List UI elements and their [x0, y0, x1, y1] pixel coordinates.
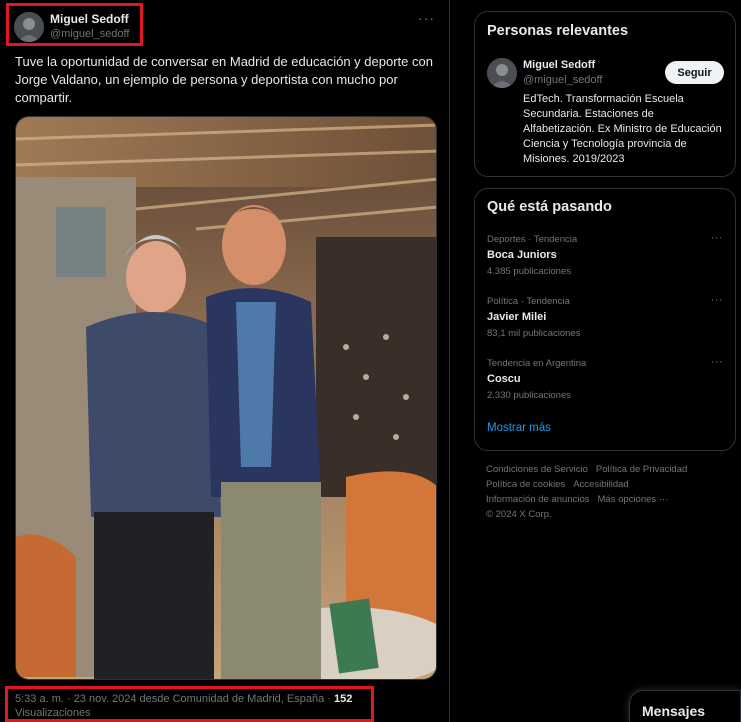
trend-name: Javier Milei — [487, 311, 547, 323]
copyright: © 2024 X Corp. — [486, 509, 552, 520]
trend-context: Política · Tendencia — [487, 296, 570, 307]
trend-item[interactable]: Política · Tendencia Javier Milei 83,1 m… — [487, 294, 724, 346]
ads-info-link[interactable]: Información de anuncios — [486, 494, 590, 505]
trend-count: 2.330 publicaciones — [487, 390, 571, 401]
more-options-icon[interactable]: ··· — [418, 10, 435, 26]
trend-count: 4.385 publicaciones — [487, 266, 571, 277]
author-highlight-box — [6, 3, 143, 46]
post-column: Miguel Sedoff @miguel_sedoff ··· Tuve la… — [0, 0, 450, 722]
trends-card: Qué está pasando Deportes · Tendencia Bo… — [474, 188, 736, 451]
trend-context: Deportes · Tendencia — [487, 234, 578, 245]
relevant-people-card: Personas relevantes Miguel Sedoff @migue… — [474, 11, 736, 177]
trend-item[interactable]: Tendencia en Argentina Coscu 2.330 publi… — [487, 356, 724, 408]
relevant-avatar[interactable] — [487, 58, 517, 88]
metadata-highlight-box — [5, 686, 374, 722]
trend-more-icon[interactable]: ··· — [711, 294, 724, 306]
messages-label: Mensajes — [642, 703, 706, 719]
relevant-name[interactable]: Miguel Sedoff — [523, 59, 595, 71]
cookies-link[interactable]: Política de cookies — [486, 479, 565, 490]
trend-context: Tendencia en Argentina — [487, 358, 587, 369]
follow-button[interactable]: Seguir — [665, 61, 724, 84]
trends-title: Qué está pasando — [487, 199, 612, 215]
trend-more-icon[interactable]: ··· — [711, 232, 724, 244]
trend-more-icon[interactable]: ··· — [711, 356, 724, 368]
terms-link[interactable]: Condiciones de Servicio — [486, 464, 588, 475]
relevant-people-title: Personas relevantes — [487, 23, 629, 39]
more-options-link[interactable]: Más opciones ··· — [598, 494, 669, 505]
accessibility-link[interactable]: Accesibilidad — [573, 479, 628, 490]
trend-count: 83,1 mil publicaciones — [487, 328, 581, 339]
privacy-link[interactable]: Política de Privacidad — [596, 464, 687, 475]
messages-drawer[interactable]: Mensajes — [629, 690, 741, 722]
trend-item[interactable]: Deportes · Tendencia Boca Juniors 4.385 … — [487, 232, 724, 284]
relevant-handle[interactable]: @miguel_sedoff — [523, 74, 602, 86]
post-text: Tuve la oportunidad de conversar en Madr… — [15, 54, 433, 105]
trend-name: Boca Juniors — [487, 249, 557, 261]
photo-image — [16, 117, 436, 679]
trend-name: Coscu — [487, 373, 521, 385]
post-photo[interactable] — [15, 116, 437, 680]
show-more-link[interactable]: Mostrar más — [487, 422, 551, 434]
relevant-bio: EdTech. Transformación Escuela Secundari… — [523, 93, 722, 165]
footer-links: Condiciones de Servicio Política de Priva… — [486, 462, 726, 522]
